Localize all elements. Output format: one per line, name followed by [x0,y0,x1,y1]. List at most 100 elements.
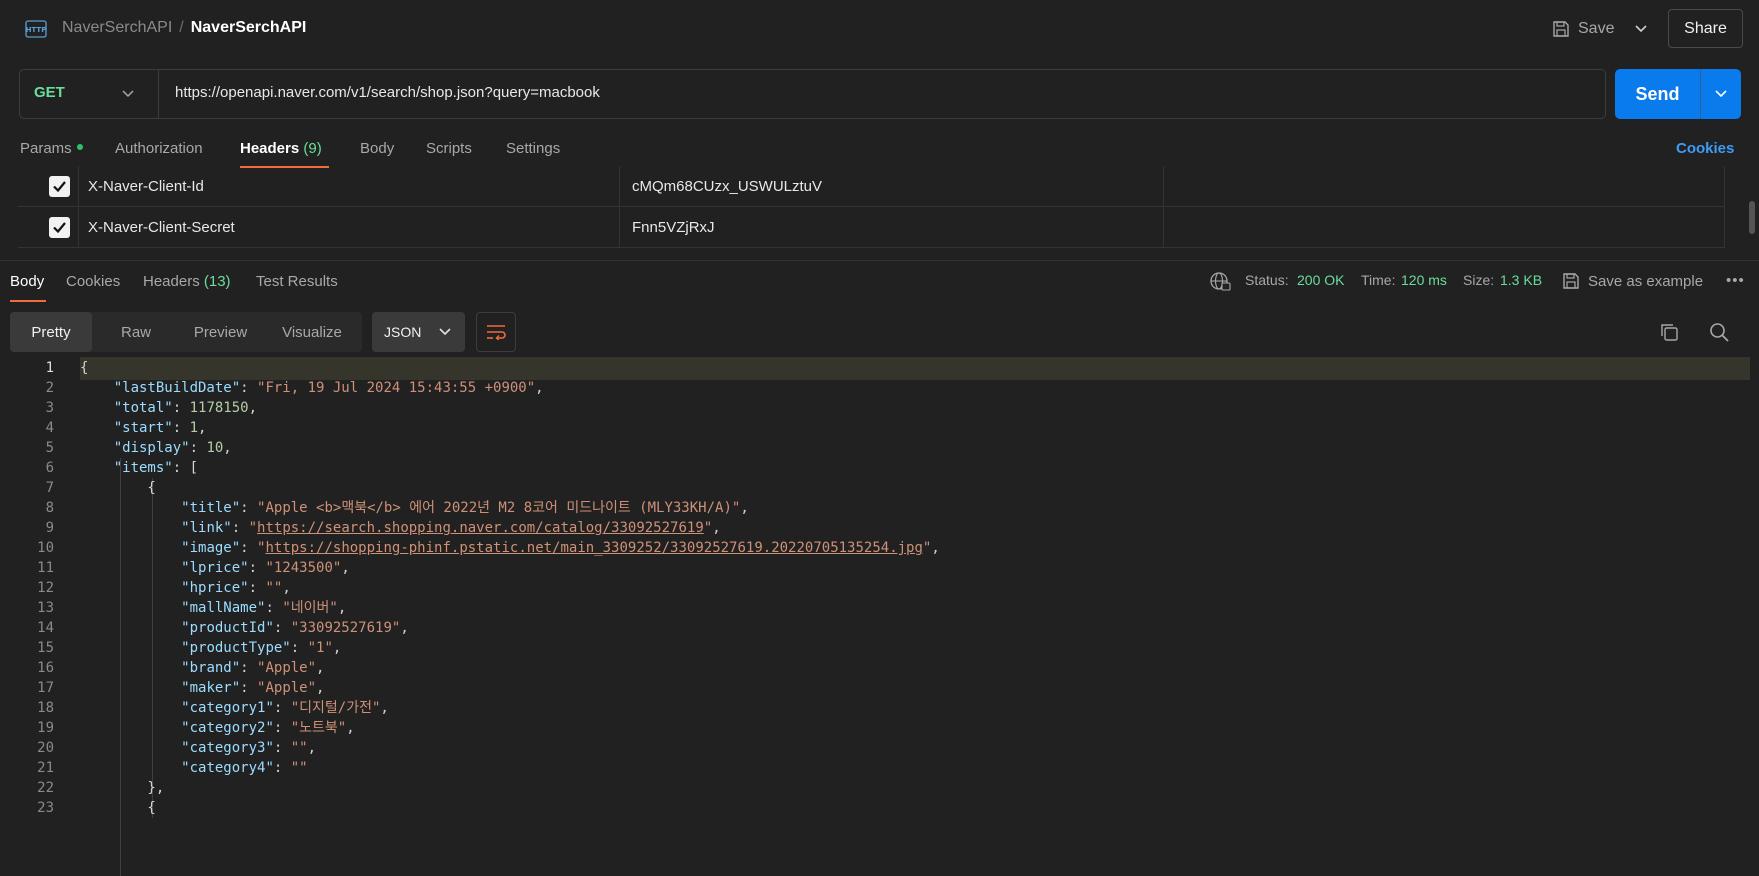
save-as-example-button[interactable]: Save as example [1562,272,1703,290]
svg-text:HTTP: HTTP [26,26,47,34]
json-value: "" [265,580,283,596]
top-bar: HTTP NaverSerchAPI / NaverSerchAPI Save Sh… [0,0,1759,58]
json-value: "1243500" [265,560,342,576]
share-button[interactable]: Share [1668,9,1743,48]
json-link[interactable]: https://search.shopping.naver.com/catalo… [257,520,704,536]
send-button[interactable]: Send [1615,69,1741,119]
status-value[interactable]: 200 OK [1297,272,1344,288]
view-mode-selector: Pretty Raw Preview Visualize [10,312,362,352]
response-body-editor[interactable]: 1{ 2 "lastBuildDate": "Fri, 19 Jul 2024 … [0,357,1759,876]
tab-settings[interactable]: Settings [506,140,560,157]
json-value: "노트북" [290,720,347,736]
save-button[interactable]: Save [1552,15,1614,43]
tab-count: (9) [303,140,322,157]
active-tab-indicator [10,300,46,302]
table-row: X-Naver-Client-Secret Fnn5VZjRxJ [18,207,1725,248]
header-enabled-checkbox[interactable] [49,176,70,197]
checkmark-icon [53,181,66,192]
cookies-link[interactable]: Cookies [1676,140,1734,157]
tab-label: Headers [143,273,200,290]
copy-icon[interactable] [1659,322,1679,342]
response-tabs: Body Cookies Headers (13) Test Results [0,260,1759,300]
tab-params[interactable]: Params [20,140,83,157]
headers-table: X-Naver-Client-Id cMQm68CUzx_USWULztuV X… [18,166,1725,260]
tab-response-headers[interactable]: Headers (13) [143,273,231,290]
save-icon [1563,273,1579,289]
chevron-down-icon [439,328,451,336]
tab-response-cookies[interactable]: Cookies [66,273,120,290]
tab-label: Authorization [115,140,203,157]
breadcrumb-collection[interactable]: NaverSerchAPI [62,19,172,36]
table-row: X-Naver-Client-Id cMQm68CUzx_USWULztuV [18,166,1725,207]
chevron-down-icon[interactable] [122,85,134,103]
breadcrumb-separator: / [179,19,184,36]
breadcrumb: NaverSerchAPI / NaverSerchAPI [62,19,306,37]
view-pretty[interactable]: Pretty [10,312,92,352]
view-visualize[interactable]: Visualize [262,312,362,352]
save-icon [1553,21,1569,37]
json-value: "1" [307,640,333,656]
json-value: "" [290,760,308,776]
json-link[interactable]: https://shopping-phinf.pstatic.net/main_… [265,540,922,556]
json-value: "네이버" [282,600,338,616]
search-icon[interactable] [1709,322,1729,342]
send-label: Send [1635,83,1680,104]
globe-icon[interactable] [1209,271,1231,291]
header-value[interactable]: cMQm68CUzx_USWULztuV [632,178,822,195]
format-select[interactable]: JSON [372,312,465,352]
breadcrumb-request-name[interactable]: NaverSerchAPI [191,19,307,36]
wrap-lines-button[interactable] [476,312,516,352]
url-input[interactable]: https://openapi.naver.com/v1/search/shop… [175,84,600,101]
request-url-bar: GET https://openapi.naver.com/v1/search/… [19,69,1606,119]
tab-label: Scripts [426,140,472,157]
scrollbar-thumb[interactable] [1749,201,1755,234]
time-value[interactable]: 120 ms [1401,272,1447,288]
tab-authorization[interactable]: Authorization [115,140,203,157]
tab-label: Body [360,140,395,157]
json-value: 1178150 [189,400,249,416]
chevron-down-icon [1635,25,1647,33]
json-value: 10 [206,440,224,456]
size-label: Size: [1463,272,1495,288]
json-value: "" [290,740,308,756]
time-label: Time: [1361,272,1396,288]
json-value: "Apple" [257,660,317,676]
tab-headers[interactable]: Headers (9) [240,140,322,157]
json-value: "디지털/가전" [290,700,381,716]
tab-label: Settings [506,140,561,157]
save-label: Save [1578,20,1615,37]
tab-scripts[interactable]: Scripts [426,140,472,157]
send-options-button[interactable] [1701,69,1741,119]
checkmark-icon [53,222,66,233]
view-raw[interactable]: Raw [92,312,180,352]
header-value[interactable]: Fnn5VZjRxJ [632,219,715,236]
tab-body[interactable]: Body [360,140,394,157]
method-select[interactable]: GET [34,84,65,101]
chevron-down-icon [1715,90,1727,98]
header-enabled-checkbox[interactable] [49,217,70,238]
wrap-icon [487,325,506,340]
http-request-icon: HTTP [25,20,47,38]
view-preview[interactable]: Preview [173,312,268,352]
format-value: JSON [384,324,422,340]
json-value: 1 [189,420,199,436]
json-value: "Fri, 19 Jul 2024 15:43:55 +0900" [257,380,536,396]
save-as-example-label: Save as example [1588,272,1704,290]
line-number: 23 [37,800,54,816]
save-options-button[interactable] [1630,15,1652,43]
tab-label: Headers [240,140,300,157]
code-line: { [80,800,156,816]
tab-count: (13) [203,273,231,290]
divider [158,70,159,118]
more-options-icon[interactable]: ••• [1726,272,1745,289]
json-value: "Apple <b>맥북</b> 에어 2022년 M2 8코어 미드나이트 (… [257,500,741,516]
params-indicator-dot [76,144,83,151]
header-key[interactable]: X-Naver-Client-Secret [88,219,235,236]
size-value[interactable]: 1.3 KB [1500,272,1542,288]
status-label: Status: [1245,272,1289,288]
tab-response-body[interactable]: Body [10,273,44,290]
json-value: "33092527619" [290,620,401,636]
tab-label: Params [20,140,72,157]
header-key[interactable]: X-Naver-Client-Id [88,178,204,195]
tab-test-results[interactable]: Test Results [256,273,338,290]
